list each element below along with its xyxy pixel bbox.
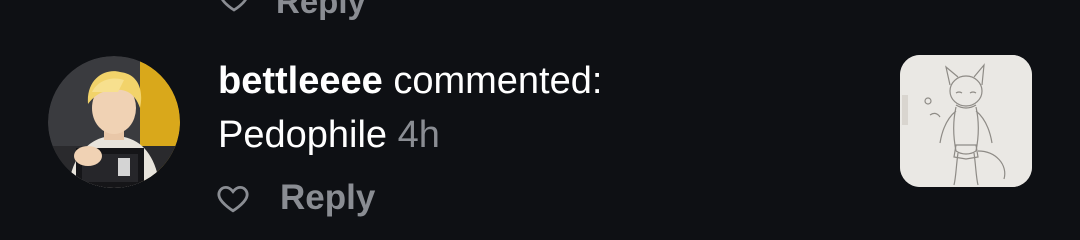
previous-reply-button[interactable]: Reply xyxy=(276,0,366,21)
notification-action-text: commented: xyxy=(393,60,603,102)
heart-outline-icon[interactable] xyxy=(218,0,250,22)
commenter-username[interactable]: bettleeee xyxy=(218,60,383,102)
notification-actions: Reply xyxy=(216,178,375,218)
commenter-avatar[interactable] xyxy=(48,56,180,188)
reply-button[interactable]: Reply xyxy=(280,178,375,218)
post-thumbnail[interactable] xyxy=(900,55,1032,187)
notification-headline: bettleeee commented: xyxy=(218,58,858,104)
comment-body: Pedophile 4h xyxy=(218,112,858,158)
comment-text: Pedophile xyxy=(218,114,388,156)
previous-notification-actions: Reply xyxy=(218,0,366,22)
notification-list: Reply bettleeee commented: Pedophile 4h … xyxy=(0,0,1080,240)
notification-content: bettleeee commented: Pedophile 4h xyxy=(218,58,858,158)
comment-timestamp: 4h xyxy=(397,114,440,156)
heart-outline-icon[interactable] xyxy=(216,181,250,215)
